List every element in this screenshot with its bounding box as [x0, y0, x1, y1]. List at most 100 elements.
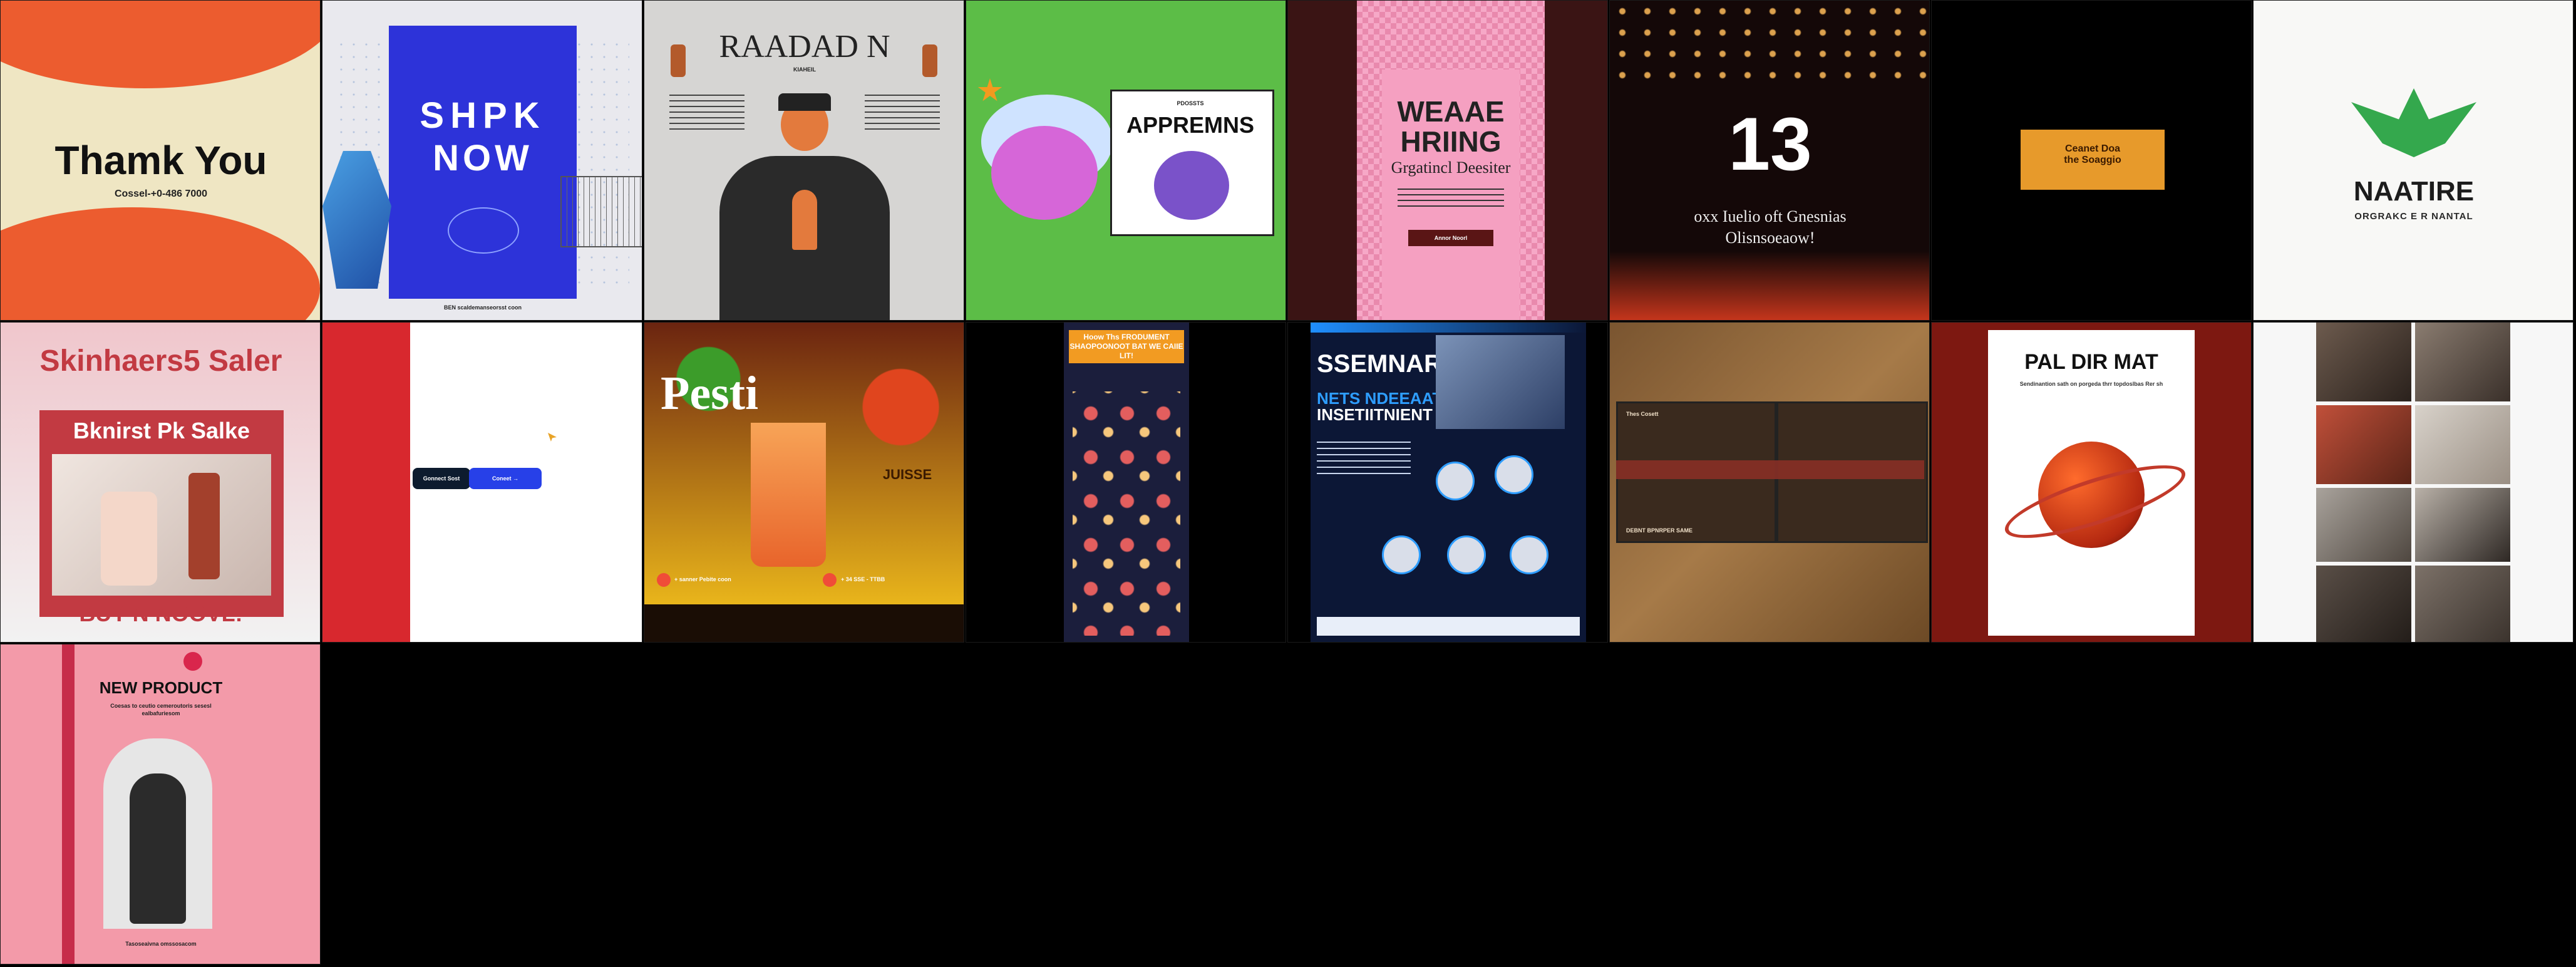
contact-phone: + 34 SSE - TTBB [841, 576, 885, 582]
tile-footer: BUY N NOOVL! [79, 601, 243, 626]
phone-icon [657, 573, 671, 587]
tile-title: Hoow Ths FRODUMENT SHAOPOONOOT BAT WE CA… [1069, 330, 1184, 363]
text-block [1398, 189, 1504, 210]
tile-thank-you[interactable]: Thamk You Cossel-+0-486 7000 [0, 0, 321, 321]
tile-wood-boards[interactable]: Thes Cosett DEBNT BPNRPER SAME [1609, 322, 1930, 643]
tile-badge: JUISSE [882, 467, 932, 482]
tile-title: APPREMNS [1126, 112, 1255, 138]
star-icon [977, 78, 1002, 101]
speaker-avatar [1382, 535, 1421, 574]
photo [2316, 488, 2411, 562]
product-photo [52, 454, 271, 596]
serum-bottle [188, 473, 220, 579]
illustration-people [1073, 391, 1180, 636]
tile-ramadan[interactable]: RAADAD N KIAHEIL [644, 0, 964, 321]
tile-title: WEAAE [1397, 95, 1505, 128]
paint-splash [1, 1, 320, 88]
tile-we-are-hiring[interactable]: WEAAE HRIING Grgatincl Deesiter Annor No… [1287, 0, 1608, 321]
photo [2415, 405, 2510, 484]
photo [2316, 323, 2411, 401]
tile-title: HRIING [1400, 125, 1502, 158]
tile-footer: BEN scaldemanseorsst coon [443, 304, 522, 311]
tile-subtitle: Sendinantion sath on porgeda thrr topdos… [2019, 381, 2163, 387]
tile-seminar[interactable]: SSEMNAR NETS NDEEAAT INSETIITNIENT [1287, 322, 1608, 643]
template-grid: Thamk You Cossel-+0-486 7000 SHPK NOW BE… [0, 0, 2576, 967]
tile-phone: Cossel-+0-486 7000 [114, 189, 208, 199]
lantern-icon [922, 44, 937, 77]
monster-icon [1154, 151, 1229, 220]
dark-pill-button[interactable]: Gonnect Sost [413, 468, 470, 489]
tile-title: SSEMNAR [1317, 350, 1443, 378]
tile-juice[interactable]: Pesti JUISSE + sanner Pebite coon + 34 S… [644, 322, 964, 643]
tile-skincare-sale[interactable]: Skinhaers5 Saler Bknirst Pk Salke BUY N … [0, 322, 321, 643]
basket-icon [560, 176, 642, 247]
tile-title: INSETIITNIENT [1317, 405, 1433, 424]
speaker-avatar [1447, 535, 1486, 574]
juice-glass [751, 423, 826, 567]
tile-title: 13 [1728, 102, 1812, 186]
tile-shop-now[interactable]: SHPK NOW BEN scaldemanseorsst coon [322, 0, 642, 321]
accent-stripe [1311, 323, 1586, 333]
tile-black-cta[interactable]: Ceanet Doa the Soaggio [1931, 0, 2252, 321]
heart-icon [183, 652, 202, 671]
tile-title: Thamk You [54, 138, 267, 183]
tile-title: SHPK [420, 95, 546, 136]
bokeh-lights [1610, 1, 1929, 82]
glove-icon [448, 207, 519, 254]
tile-connect-web[interactable]: Gonnect Sost Coneet → [322, 322, 642, 643]
apply-button[interactable]: Annor Noorl [1408, 230, 1493, 246]
paint-splash [1, 207, 320, 320]
tile-title: NEW PRODUCT [99, 678, 223, 697]
blue-pill-button[interactable]: Coneet → [469, 468, 542, 489]
model-figure [130, 773, 186, 924]
cta-button[interactable]: Ceanet Doa the Soaggio [2021, 130, 2165, 190]
person-cap [778, 93, 831, 111]
tile-line: oxx Iuelio oft Gnesnias [1694, 207, 1847, 225]
tile-infographic[interactable]: Hoow Ths FRODUMENT SHAOPOONOOT BAT WE CA… [966, 322, 1286, 643]
photo [2415, 488, 2510, 562]
red-strip [322, 323, 410, 642]
tile-title: Pesti [661, 367, 759, 420]
tile-title: NAATIRE [2353, 176, 2475, 207]
tile-planet-poster[interactable]: PAL DIR MAT Sendinantion sath on porgeda… [1931, 322, 2252, 643]
speakers-photo [1436, 335, 1565, 429]
unicorn-face [991, 126, 1098, 220]
photo [2316, 405, 2411, 484]
speaker-avatar [1510, 535, 1548, 574]
tile-small-title: PDOSSTS [1177, 100, 1204, 106]
tile-footer: Tasoseaivna omssosacom [125, 941, 197, 947]
contact-website: + sanner Pebite coon [674, 576, 731, 582]
tile-nature-logo[interactable]: NAATIRE ORGRAKC E R NANTAL [2253, 0, 2573, 321]
flame-glow [1610, 251, 1929, 320]
speaker-avatar [1436, 462, 1475, 500]
tile-subtitle: Coesas to ceutio cemeroutoris sesesl eal… [110, 703, 212, 717]
board-label: Thes Cosett [1626, 411, 1659, 417]
phone-icon [823, 573, 837, 587]
text-block [865, 95, 940, 132]
footer-bar [1317, 617, 1580, 636]
tile-title: NOW [433, 138, 533, 178]
text-block [669, 95, 744, 132]
lantern-icon [671, 44, 686, 77]
tile-title: RAADAD N [719, 29, 890, 65]
red-band [1616, 460, 1924, 479]
text-block [1317, 442, 1411, 479]
board-footer: DEBNT BPNRPER SAME [1626, 527, 1693, 534]
tile-title: Skinhaers5 Saler [39, 344, 282, 378]
tile-subtitle: Grgatincl Deesiter [1391, 158, 1511, 177]
photo [2316, 566, 2411, 642]
tile-line: Olisnsoeaow! [1725, 229, 1815, 247]
tile-photo-grid[interactable] [2253, 322, 2573, 643]
tile-kawaii-sticker[interactable]: PDOSSTS APPREMNS [966, 0, 1286, 321]
tile-subtitle: ORGRAKC E R NANTAL [2354, 211, 2473, 222]
cream-tube [101, 492, 157, 586]
tile-celebration-13[interactable]: 13 oxx Iuelio oft Gnesnias Olisnsoeaow! [1609, 0, 1930, 321]
leaf-icon [2351, 88, 2476, 157]
photo [2415, 566, 2510, 642]
photo [2415, 323, 2510, 401]
praying-hands [792, 190, 817, 250]
tile-new-product[interactable]: NEW PRODUCT Coesas to ceutio cemeroutori… [0, 644, 321, 964]
tile-title: PAL DIR MAT [2024, 350, 2158, 374]
tile-subtitle: KIAHEIL [793, 66, 816, 73]
tile-subtitle: Bknirst Pk Salke [73, 418, 250, 443]
